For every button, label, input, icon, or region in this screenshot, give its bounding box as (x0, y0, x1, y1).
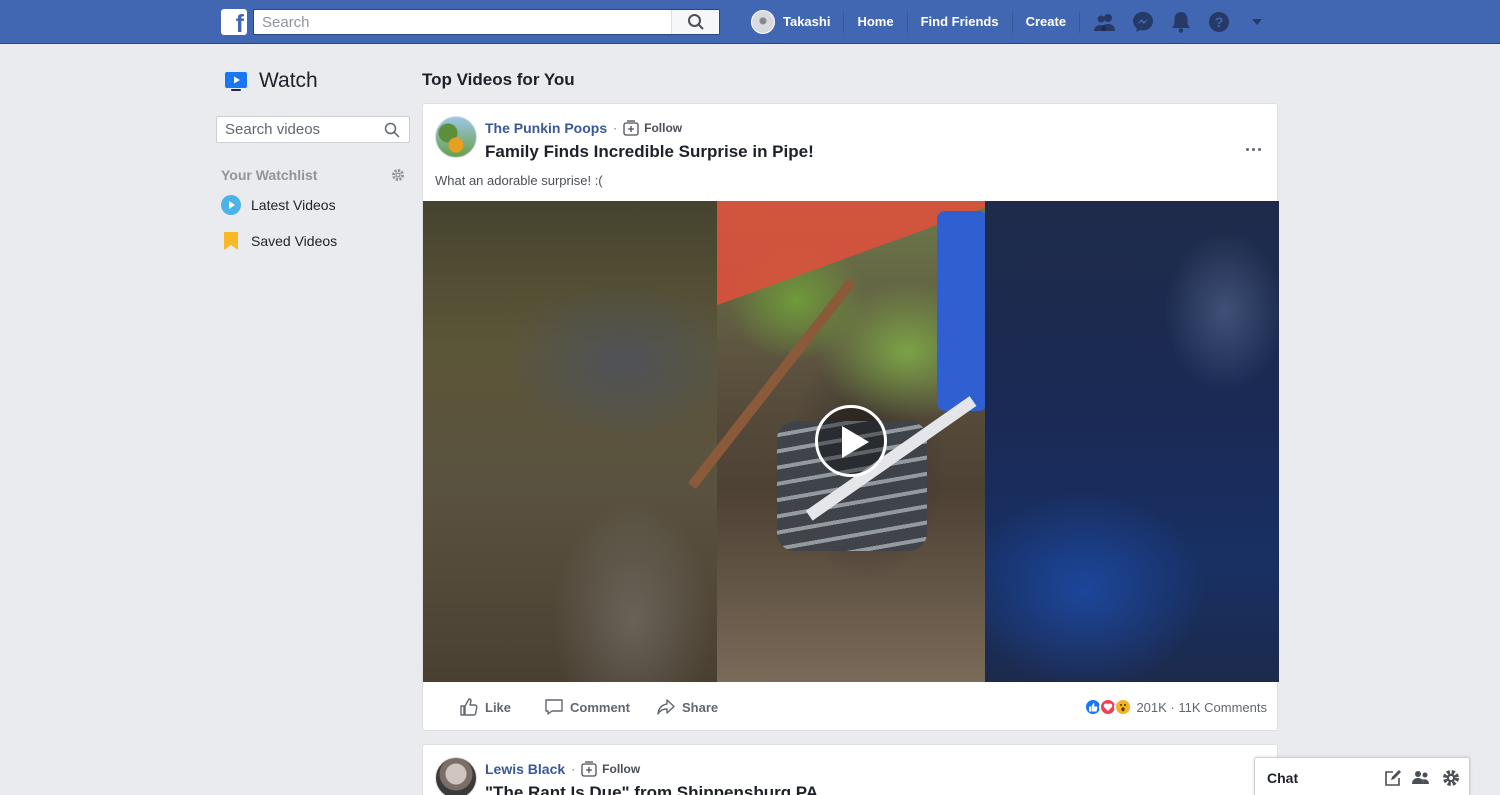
play-button[interactable] (815, 405, 887, 477)
create-link[interactable]: Create (1013, 11, 1081, 33)
byline: Lewis Black · Follow (485, 760, 1185, 778)
home-link[interactable]: Home (844, 11, 908, 33)
svg-text:?: ? (1215, 14, 1224, 30)
reaction-summary[interactable]: 201K · 11K Comments (1084, 698, 1267, 716)
notifications-button[interactable] (1162, 0, 1200, 44)
gear-icon[interactable] (1441, 768, 1461, 788)
caret-down-icon (1252, 19, 1262, 25)
play-icon (842, 426, 869, 458)
share-button[interactable]: Share (656, 682, 718, 732)
bookmark-icon (221, 231, 241, 251)
page-name-link[interactable]: Lewis Black (485, 761, 565, 777)
chat-bar[interactable]: Chat (1254, 757, 1470, 795)
post-header (435, 116, 477, 158)
wow-reaction-icon (1114, 698, 1133, 716)
follow-button[interactable]: Follow (623, 120, 682, 136)
friend-requests-button[interactable] (1086, 0, 1124, 44)
page-name-link[interactable]: The Punkin Poops (485, 120, 607, 136)
follow-label: Follow (644, 121, 683, 135)
video-post: Lewis Black · Follow "The Rant Is Due" f… (422, 744, 1278, 795)
follow-button[interactable]: Follow (581, 761, 640, 777)
sidebar-item-label: Latest Videos (251, 197, 336, 213)
search-icon[interactable] (384, 122, 400, 138)
post-meta: The Punkin Poops · Follow Family Finds I… (485, 119, 1185, 162)
search-button[interactable] (671, 10, 719, 34)
play-circle-icon (221, 195, 241, 215)
like-button[interactable]: Like (459, 682, 511, 732)
facebook-logo[interactable]: f (221, 9, 247, 35)
messenger-button[interactable] (1124, 0, 1162, 44)
post-actions: Like Comment Share 201K · 11K Comments (423, 682, 1279, 732)
follow-plus-icon (581, 761, 597, 777)
comment-label: Comment (570, 699, 630, 715)
byline: The Punkin Poops · Follow (485, 119, 1185, 137)
watch-tv-icon (225, 72, 247, 91)
top-nav: Takashi Home Find Friends Create (751, 0, 1081, 44)
find-friends-link[interactable]: Find Friends (908, 11, 1013, 33)
global-search-input[interactable] (254, 10, 664, 34)
watch-sidebar: Watch Your Watchlist Latest Videos Saved… (216, 60, 410, 259)
profile-link[interactable]: Takashi (775, 11, 845, 33)
friends-icon (1094, 14, 1115, 31)
comment-button[interactable]: Comment (544, 682, 630, 732)
video-blur-right (985, 201, 1279, 682)
help-icon: ? (1209, 12, 1229, 32)
video-title[interactable]: "The Rant Is Due" from Shippensburg PA (485, 783, 1185, 795)
follow-label: Follow (602, 762, 641, 776)
comment-icon (545, 699, 563, 715)
watch-title: Watch (259, 69, 318, 92)
top-bar: f Takashi Home Find Friends Create ? (0, 0, 1500, 44)
share-label: Share (682, 699, 719, 715)
video-blur-left (423, 201, 717, 682)
reaction-stats: 201K · 11K Comments (1136, 699, 1267, 715)
page-avatar[interactable] (435, 116, 477, 158)
video-post: The Punkin Poops · Follow Family Finds I… (422, 103, 1279, 732)
sidebar-item-saved-videos[interactable]: Saved Videos (216, 223, 410, 259)
page-avatar[interactable] (435, 757, 477, 795)
separator-dot: · (571, 762, 576, 776)
user-avatar[interactable] (751, 10, 775, 34)
thumbs-up-icon (460, 698, 478, 716)
help-button[interactable]: ? (1200, 0, 1238, 44)
messenger-icon (1133, 12, 1153, 32)
more-options-button[interactable] (1241, 142, 1265, 156)
group-icon[interactable] (1411, 768, 1431, 788)
section-title: Top Videos for You (422, 70, 575, 89)
global-search (253, 9, 720, 35)
sidebar-item-label: Saved Videos (251, 233, 338, 249)
post-meta: Lewis Black · Follow "The Rant Is Due" f… (485, 760, 1185, 795)
sidebar-item-latest-videos[interactable]: Latest Videos (216, 187, 410, 223)
account-menu-button[interactable] (1238, 0, 1276, 44)
video-player[interactable] (423, 201, 1279, 682)
bell-icon (1172, 12, 1190, 33)
watchlist-header: Your Watchlist (216, 167, 410, 183)
chat-label: Chat (1267, 770, 1299, 786)
search-icon (688, 14, 704, 30)
watch-header[interactable]: Watch (216, 60, 410, 102)
follow-plus-icon (623, 120, 639, 136)
separator-dot: · (613, 121, 618, 135)
post-text: What an adorable surprise! :( (435, 173, 603, 188)
watchlist-label: Your Watchlist (221, 167, 318, 183)
search-videos-input[interactable] (217, 117, 377, 142)
video-title[interactable]: Family Finds Incredible Surprise in Pipe… (485, 142, 1185, 162)
top-icons: ? (1086, 0, 1276, 44)
like-label: Like (485, 699, 512, 715)
share-icon (657, 699, 675, 715)
new-message-icon[interactable] (1383, 768, 1403, 788)
search-videos-box (216, 116, 410, 143)
gear-icon[interactable] (391, 168, 405, 182)
